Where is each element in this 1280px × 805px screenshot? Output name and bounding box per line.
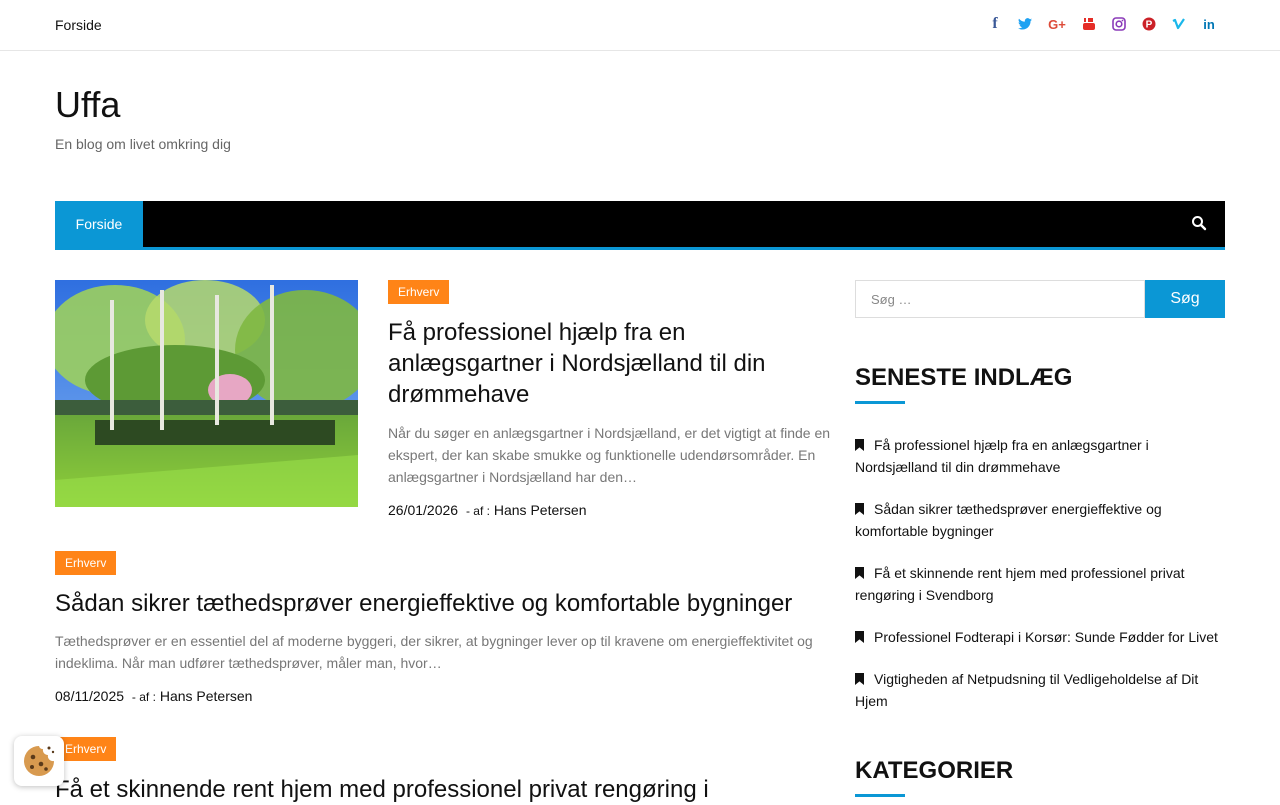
- youtube-icon[interactable]: [1080, 15, 1098, 33]
- post-title[interactable]: Få professionel hjælp fra en anlægsgartn…: [388, 317, 828, 410]
- main-nav: Forside: [55, 201, 1225, 250]
- category-badge[interactable]: Erhverv: [388, 280, 450, 304]
- cookie-icon: [24, 746, 55, 776]
- list-item[interactable]: Professionel Fodterapi i Korsør: Sunde F…: [855, 626, 1225, 648]
- list-item[interactable]: Få et skinnende rent hjem med profession…: [855, 562, 1225, 606]
- post-excerpt: Når du søger en anlægsgartner i Nordsjæl…: [388, 425, 831, 485]
- bookmark-icon: [855, 673, 864, 685]
- post-by-label: - af :: [131, 690, 156, 704]
- category-badge[interactable]: Erhverv: [55, 551, 117, 575]
- recent-post-link[interactable]: Vigtigheden af Netpudsning til Vedligeho…: [855, 671, 1198, 709]
- recent-post-link[interactable]: Professionel Fodterapi i Korsør: Sunde F…: [874, 629, 1218, 645]
- recent-post-link[interactable]: Få professionel hjælp fra en anlægsgartn…: [855, 437, 1149, 475]
- pinterest-icon[interactable]: P: [1140, 15, 1158, 33]
- google-plus-icon[interactable]: G+: [1046, 15, 1068, 33]
- twitter-icon[interactable]: [1016, 15, 1034, 33]
- top-bar: Forside f G+ P in: [0, 0, 1280, 51]
- post-date[interactable]: 08/11/2025: [55, 688, 124, 704]
- post-by-label: - af :: [465, 504, 490, 518]
- recent-posts-title: SENESTE INDLÆG: [855, 364, 1073, 391]
- post-thumbnail[interactable]: [55, 280, 358, 507]
- recent-post-link[interactable]: Få et skinnende rent hjem med profession…: [855, 565, 1185, 603]
- recent-posts-list: Få professionel hjælp fra en anlægsgartn…: [855, 434, 1225, 732]
- bookmark-icon: [855, 439, 864, 451]
- bookmark-icon: [855, 503, 864, 515]
- site-description: En blog om livet omkring dig: [55, 136, 231, 152]
- category-badge[interactable]: Erhverv: [55, 737, 117, 761]
- list-item[interactable]: Vigtigheden af Netpudsning til Vedligeho…: [855, 668, 1225, 712]
- site-title[interactable]: Uffa: [55, 84, 120, 126]
- linkedin-icon[interactable]: in: [1200, 15, 1218, 33]
- cookie-consent-button[interactable]: [14, 736, 64, 786]
- search-input[interactable]: Søg …: [855, 280, 1145, 318]
- search-button[interactable]: Søg: [1145, 280, 1225, 318]
- post-author[interactable]: Hans Petersen: [494, 502, 587, 518]
- title-underline: [855, 794, 905, 797]
- post-title[interactable]: Få et skinnende rent hjem med profession…: [55, 774, 835, 805]
- social-icons: f G+ P in: [986, 15, 1218, 33]
- instagram-icon[interactable]: [1110, 15, 1128, 33]
- post-title[interactable]: Sådan sikrer tæthedsprøver energieffekti…: [55, 588, 835, 619]
- svg-text:P: P: [1146, 20, 1153, 31]
- post-meta: 26/01/2026 - af : Hans Petersen: [388, 502, 586, 518]
- post-author[interactable]: Hans Petersen: [160, 688, 253, 704]
- title-underline: [855, 401, 905, 404]
- categories-title: KATEGORIER: [855, 757, 1014, 784]
- facebook-icon[interactable]: f: [986, 15, 1004, 33]
- post-date[interactable]: 26/01/2026: [388, 502, 458, 518]
- top-home-link[interactable]: Forside: [55, 17, 102, 33]
- nav-item-forside[interactable]: Forside: [55, 201, 143, 247]
- bookmark-icon: [855, 567, 864, 579]
- bookmark-icon: [855, 631, 864, 643]
- search-icon[interactable]: [1191, 215, 1209, 233]
- list-item[interactable]: Få professionel hjælp fra en anlægsgartn…: [855, 434, 1225, 478]
- vimeo-icon[interactable]: [1170, 15, 1188, 33]
- recent-post-link[interactable]: Sådan sikrer tæthedsprøver energieffekti…: [855, 501, 1162, 539]
- post-excerpt: Tæthedsprøver er en essentiel del af mod…: [55, 633, 813, 671]
- post-meta: 08/11/2025 - af : Hans Petersen: [55, 688, 252, 704]
- list-item[interactable]: Sådan sikrer tæthedsprøver energieffekti…: [855, 498, 1225, 542]
